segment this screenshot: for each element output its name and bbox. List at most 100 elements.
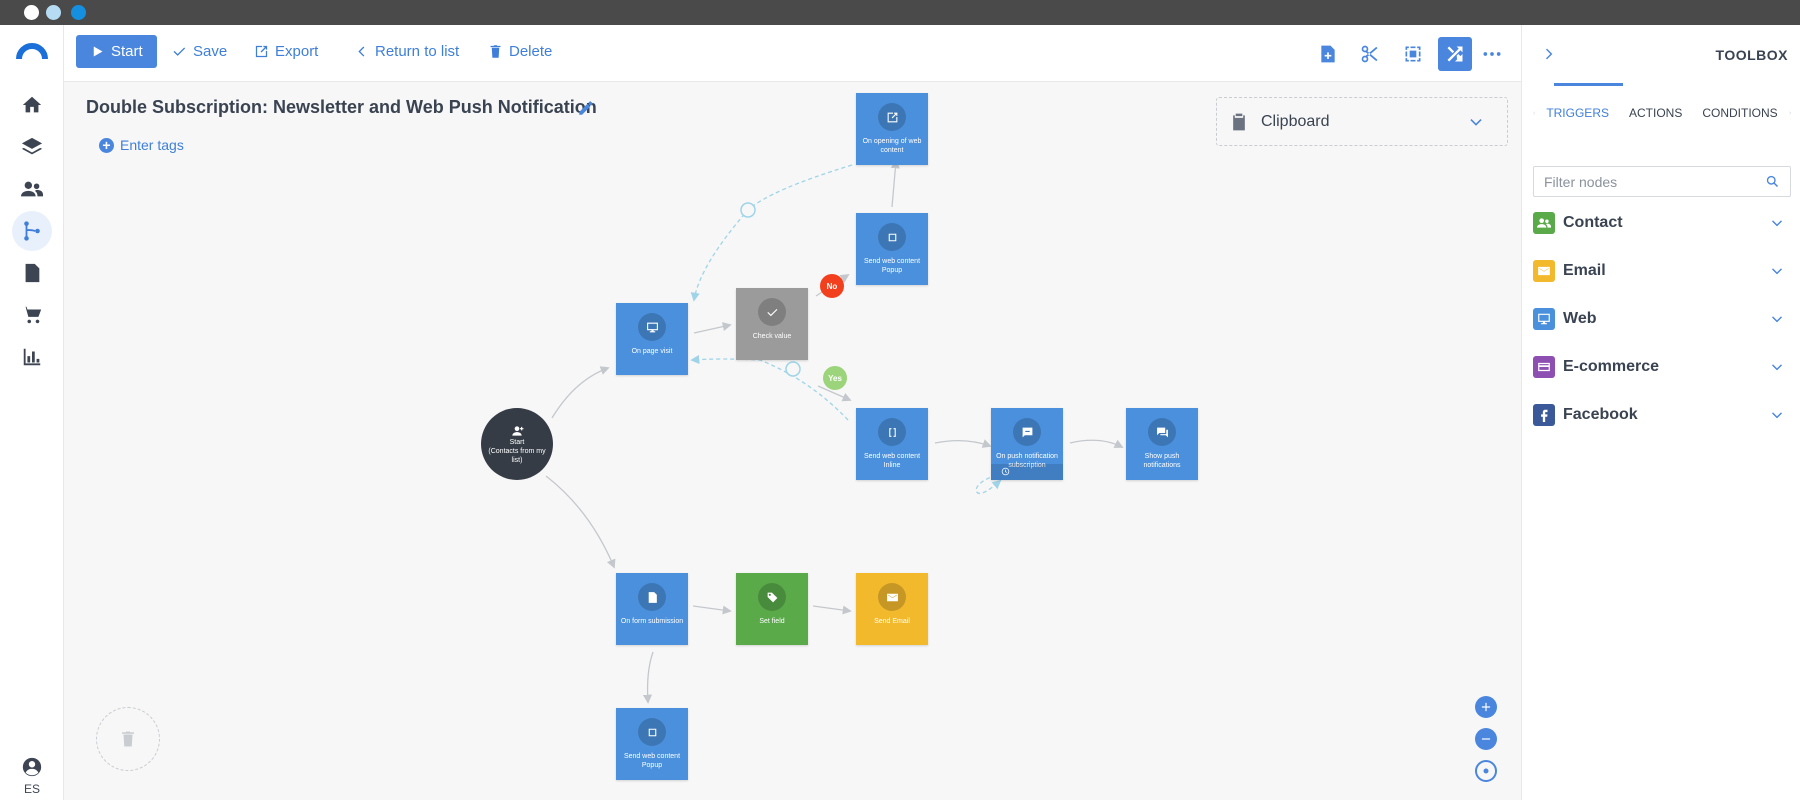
start-node-subtitle: (Contacts from my list)	[488, 447, 546, 464]
window-titlebar	[0, 0, 1800, 25]
node-send-web-content-popup-top[interactable]: Send web content Popup	[856, 213, 928, 285]
trash-icon	[122, 731, 134, 747]
export-icon	[255, 45, 268, 58]
more-options-icon[interactable]	[1475, 37, 1509, 71]
contacts-icon[interactable]	[12, 169, 52, 209]
trash-drop-zone[interactable]	[96, 707, 160, 771]
delete-button[interactable]: Delete	[488, 35, 552, 68]
chevron-down-icon	[1772, 268, 1782, 275]
return-to-list-button[interactable]: Return to list	[354, 35, 459, 68]
start-button[interactable]: Start	[76, 35, 157, 68]
node-label: Show push notifications	[1143, 453, 1181, 469]
add-contacts-icon	[512, 425, 524, 436]
node-send-web-content-inline[interactable]: Send web content Inline	[856, 408, 928, 480]
tabs-next-icon[interactable]	[1788, 107, 1792, 119]
node-label: Send Email	[874, 618, 910, 625]
node-label: Set field	[759, 618, 785, 625]
popup-icon	[638, 718, 666, 746]
workflow-title: Double Subscription: Newsletter and Web …	[86, 97, 597, 117]
workflow-canvas[interactable]	[64, 82, 1521, 800]
category-ecommerce[interactable]: E-commerce	[1533, 349, 1791, 385]
add-node-icon[interactable]	[1311, 37, 1345, 71]
select-area-icon[interactable]	[1396, 37, 1430, 71]
node-send-web-content-popup-bottom[interactable]: Send web content Popup	[616, 708, 688, 780]
delay-strip	[991, 464, 1063, 480]
plus-circle-icon: +	[99, 137, 114, 153]
clock-icon	[1001, 467, 1010, 476]
check-diamond-icon	[758, 298, 786, 326]
node-show-push-notifications[interactable]: Show push notifications	[1126, 408, 1198, 480]
window-maximize-dot[interactable]	[71, 5, 86, 20]
category-contact[interactable]: Contact	[1533, 205, 1791, 241]
node-send-email[interactable]: Send Email	[856, 573, 928, 645]
tab-triggers[interactable]: TRIGGERS	[1536, 98, 1619, 128]
messages-icon	[1148, 418, 1176, 446]
badge-no: No	[820, 274, 844, 298]
left-nav: ES	[0, 25, 64, 800]
app-logo	[16, 43, 48, 59]
cart-icon[interactable]	[12, 295, 52, 335]
credit-card-icon	[1533, 356, 1555, 378]
language-label[interactable]: ES	[0, 782, 64, 796]
toolbox-title: TOOLBOX	[1715, 47, 1788, 63]
document-icon[interactable]	[12, 253, 52, 293]
node-on-opening-web-content[interactable]: On opening of web content	[856, 93, 928, 165]
delete-button-label: Delete	[509, 43, 553, 60]
scissors-icon[interactable]	[1353, 37, 1387, 71]
category-facebook[interactable]: Facebook	[1533, 397, 1791, 433]
category-web[interactable]: Web	[1533, 301, 1791, 337]
enter-tags-button[interactable]: + Enter tags	[99, 137, 184, 153]
home-icon[interactable]	[12, 85, 52, 125]
collapse-chevron-icon[interactable]	[1541, 46, 1557, 62]
category-email[interactable]: Email	[1533, 253, 1791, 289]
zoom-out-icon[interactable]	[1475, 728, 1497, 750]
search-icon	[1766, 175, 1779, 188]
category-label: Facebook	[1563, 406, 1638, 423]
monitor-icon	[638, 313, 666, 341]
enter-tags-label: Enter tags	[120, 137, 184, 153]
workflow-icon[interactable]	[12, 211, 52, 251]
start-node[interactable]: Start (Contacts from my list)	[481, 408, 553, 480]
envelope-icon	[878, 583, 906, 611]
inline-brackets-icon	[878, 418, 906, 446]
monitor-icon	[1533, 308, 1555, 330]
node-check-value[interactable]: Check value	[736, 288, 808, 360]
node-label: On opening of web content	[862, 138, 922, 154]
layers-icon[interactable]	[12, 127, 52, 167]
open-external-icon	[878, 103, 906, 131]
category-label: Email	[1563, 262, 1606, 279]
analytics-icon[interactable]	[12, 337, 52, 377]
zoom-in-icon[interactable]	[1475, 696, 1497, 718]
chevron-down-icon	[1772, 220, 1782, 227]
window-minimize-dot[interactable]	[46, 5, 61, 20]
node-set-field[interactable]: Set field	[736, 573, 808, 645]
badge-yes: Yes	[823, 366, 847, 390]
node-on-form-submission[interactable]: On form submission	[616, 573, 688, 645]
center-view-icon[interactable]	[1475, 760, 1497, 782]
filter-nodes-input[interactable]: Filter nodes	[1533, 166, 1791, 197]
save-button[interactable]: Save	[172, 35, 227, 68]
node-on-page-visit[interactable]: On page visit	[616, 303, 688, 375]
node-label: Send web content Inline	[863, 453, 921, 469]
window-close-dot[interactable]	[24, 5, 39, 20]
export-button-label: Export	[275, 43, 319, 60]
return-button-label: Return to list	[375, 43, 460, 60]
clipboard-icon	[1233, 113, 1245, 130]
auto-layout-icon[interactable]	[1438, 37, 1472, 71]
chevron-down-icon	[1470, 119, 1482, 126]
clipboard-dropdown[interactable]: Clipboard	[1216, 97, 1508, 146]
chevron-down-icon	[1772, 316, 1782, 323]
node-on-push-notification-subscription[interactable]: On push notification subscription	[991, 408, 1063, 480]
user-avatar-icon[interactable]	[12, 755, 52, 779]
tag-icon	[758, 583, 786, 611]
facebook-icon	[1533, 404, 1555, 426]
edit-pencil-icon[interactable]	[577, 99, 595, 117]
tab-actions[interactable]: ACTIONS	[1619, 98, 1692, 128]
start-button-label: Start	[111, 43, 143, 60]
category-label: Contact	[1563, 214, 1623, 231]
popup-icon	[878, 223, 906, 251]
export-button[interactable]: Export	[254, 35, 318, 68]
tab-conditions[interactable]: CONDITIONS	[1692, 98, 1787, 128]
category-label: E-commerce	[1563, 358, 1660, 375]
toolbox-tabs: TRIGGERS ACTIONS CONDITIONS	[1532, 98, 1792, 128]
